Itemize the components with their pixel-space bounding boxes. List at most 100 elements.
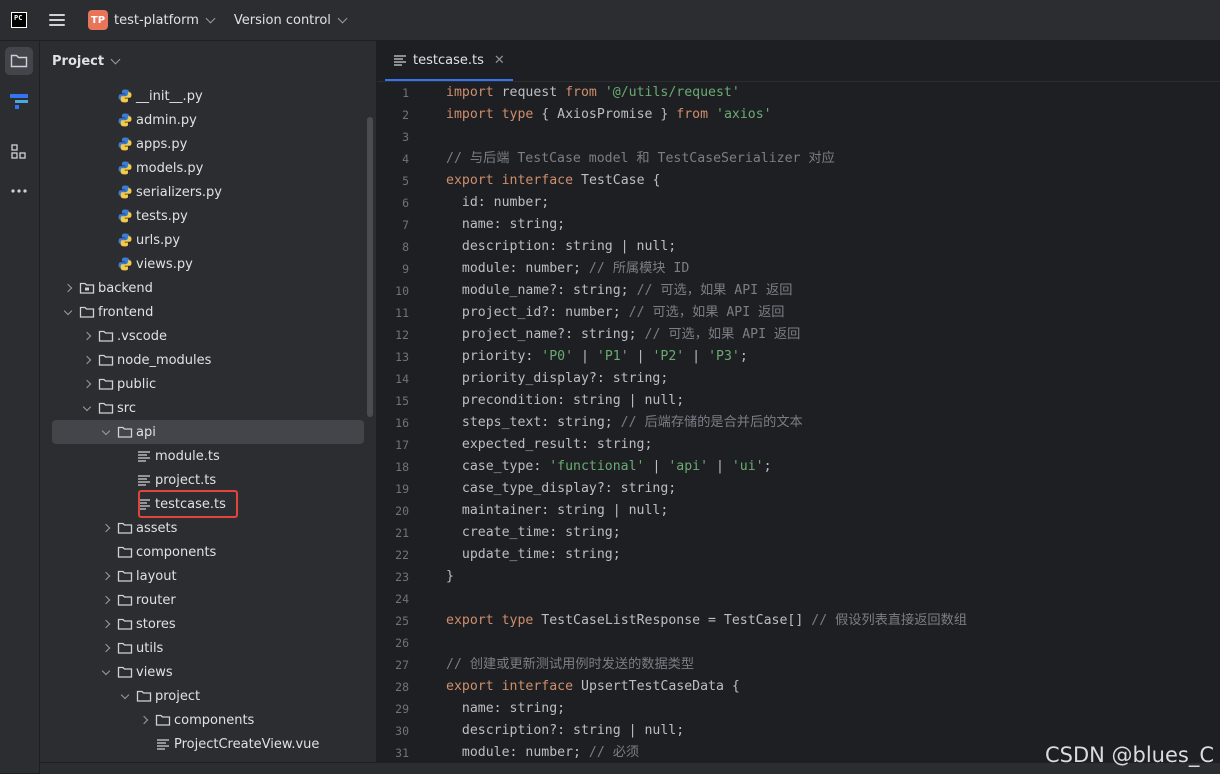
code-text: name: string; — [446, 701, 566, 716]
tree-item-projectcreateview-vue[interactable]: ProjectCreateView.vue — [52, 732, 364, 756]
code-line[interactable]: 21 create_time: string; — [377, 522, 1220, 544]
tree-item-layout[interactable]: layout — [52, 564, 364, 588]
code-line[interactable]: 27 // 创建或更新测试用例时发送的数据类型 — [377, 654, 1220, 676]
tree-item-utils[interactable]: utils — [52, 636, 364, 660]
tree-item-admin-py[interactable]: admin.py — [52, 108, 364, 132]
code-line[interactable]: 6 id: number; — [377, 192, 1220, 214]
tree-item-tests-py[interactable]: tests.py — [52, 204, 364, 228]
code-line[interactable]: 16 steps_text: string; // 后端存储的是合并后的文本 — [377, 412, 1220, 434]
tree-item-views-py[interactable]: views.py — [52, 252, 364, 276]
line-number: 24 — [395, 592, 409, 606]
code-line[interactable]: 3 — [377, 126, 1220, 148]
code-line[interactable]: 24 — [377, 588, 1220, 610]
code-line[interactable]: 19 case_type_display?: string; — [377, 478, 1220, 500]
main-menu-icon[interactable] — [49, 14, 65, 26]
code-editor[interactable]: 1 import request from '@/utils/request' 2 i… — [377, 82, 1220, 773]
code-line[interactable]: 9 module: number; // 所属模块 ID — [377, 258, 1220, 280]
chevron-down-icon[interactable] — [99, 665, 113, 679]
chevron-right-icon[interactable] — [80, 353, 94, 367]
code-line[interactable]: 20 maintainer: string | null; — [377, 500, 1220, 522]
code-line[interactable]: 25 export type TestCaseListResponse = Tes… — [377, 610, 1220, 632]
chevron-right-icon[interactable] — [137, 713, 151, 727]
chevron-down-icon — [337, 13, 348, 23]
tree-item-components[interactable]: components — [52, 540, 364, 564]
watermark: CSDN @blues_C — [1044, 743, 1214, 767]
code-line[interactable]: 30 description?: string | null; — [377, 720, 1220, 742]
file-type-icon — [117, 592, 133, 608]
highlight-annotation — [138, 490, 238, 518]
tree-item-label: layout — [136, 568, 177, 584]
tree-item-project-ts[interactable]: project.ts — [52, 468, 364, 492]
code-line[interactable]: 11 project_id?: number; // 可选，如果 API 返回 — [377, 302, 1220, 324]
code-line[interactable]: 5 export interface TestCase { — [377, 170, 1220, 192]
tab-testcase-ts[interactable]: testcase.ts ✕ — [385, 41, 513, 81]
code-line[interactable]: 18 case_type: 'functional' | 'api' | 'ui… — [377, 456, 1220, 478]
code-line[interactable]: 29 name: string; — [377, 698, 1220, 720]
title-bar: PC TP test-platform Version control — [0, 0, 1220, 41]
chevron-right-icon[interactable] — [80, 377, 94, 391]
code-line[interactable]: 12 project_name?: string; // 可选，如果 API 返… — [377, 324, 1220, 346]
project-switcher[interactable]: TP test-platform — [65, 10, 216, 30]
chevron-down-icon[interactable] — [99, 425, 113, 439]
file-type-icon — [98, 400, 114, 416]
code-line[interactable]: 28 export interface UpsertTestCaseData { — [377, 676, 1220, 698]
text-file-icon — [394, 55, 406, 66]
tree-item-urls-py[interactable]: urls.py — [52, 228, 364, 252]
tree-item-public[interactable]: public — [52, 372, 364, 396]
structure-tool-button[interactable] — [5, 87, 33, 115]
tree-item-label: urls.py — [136, 232, 181, 248]
line-number: 26 — [395, 636, 409, 650]
tree-item-vscode[interactable]: .vscode — [52, 324, 364, 348]
tree-item-models-py[interactable]: models.py — [52, 156, 364, 180]
tree-item-stores[interactable]: stores — [52, 612, 364, 636]
code-line[interactable]: 14 priority_display?: string; — [377, 368, 1220, 390]
chevron-down-icon[interactable] — [118, 689, 132, 703]
code-line[interactable]: 23} — [377, 566, 1220, 588]
code-line[interactable]: 13 priority: 'P0' | 'P1' | 'P2' | 'P3'; — [377, 346, 1220, 368]
chevron-right-icon[interactable] — [99, 641, 113, 655]
tree-scrollbar[interactable] — [367, 117, 373, 417]
code-line[interactable]: 10 module_name?: string; // 可选，如果 API 返回 — [377, 280, 1220, 302]
file-type-icon — [117, 520, 133, 536]
chevron-down-icon[interactable] — [61, 305, 75, 319]
version-control-menu[interactable]: Version control — [234, 13, 348, 28]
tree-item-module-ts[interactable]: module.ts — [52, 444, 364, 468]
tree-item-serializers-py[interactable]: serializers.py — [52, 180, 364, 204]
chevron-right-icon[interactable] — [99, 617, 113, 631]
code-line[interactable]: 17 expected_result: string; — [377, 434, 1220, 456]
file-type-icon — [117, 232, 133, 248]
tree-item-components[interactable]: components — [52, 708, 364, 732]
code-line[interactable]: 22 update_time: string; — [377, 544, 1220, 566]
code-line[interactable]: 4 // 与后端 TestCase model 和 TestCaseSeriali… — [377, 148, 1220, 170]
close-icon[interactable]: ✕ — [494, 53, 505, 68]
project-tool-button[interactable] — [5, 47, 33, 75]
tree-item-src[interactable]: src — [52, 396, 364, 420]
chevron-right-icon[interactable] — [99, 569, 113, 583]
tree-item-router[interactable]: router — [52, 588, 364, 612]
tree-item-assets[interactable]: assets — [52, 516, 364, 540]
chevron-right-icon[interactable] — [61, 281, 75, 295]
chevron-right-icon[interactable] — [99, 521, 113, 535]
tree-item-backend[interactable]: backend — [52, 276, 364, 300]
tree-item-apps-py[interactable]: apps.py — [52, 132, 364, 156]
chevron-right-icon[interactable] — [80, 329, 94, 343]
code-line[interactable]: 2 import type { AxiosPromise } from 'axio… — [377, 104, 1220, 126]
line-number: 6 — [402, 196, 409, 210]
tree-item-views[interactable]: views — [52, 660, 364, 684]
chevron-right-icon[interactable] — [99, 593, 113, 607]
code-line[interactable]: 7 name: string; — [377, 214, 1220, 236]
project-panel-header[interactable]: Project — [40, 41, 376, 82]
tree-item-api[interactable]: api — [52, 420, 364, 444]
code-line[interactable]: 1 import request from '@/utils/request' — [377, 82, 1220, 104]
code-line[interactable]: 8 description: string | null; — [377, 236, 1220, 258]
tree-item-node-modules[interactable]: node_modules — [52, 348, 364, 372]
tree-item-frontend[interactable]: frontend — [52, 300, 364, 324]
code-line[interactable]: 26 — [377, 632, 1220, 654]
code-text: description?: string | null; — [446, 723, 685, 738]
more-tools-button[interactable] — [5, 177, 33, 205]
code-line[interactable]: 15 precondition: string | null; — [377, 390, 1220, 412]
chevron-down-icon[interactable] — [80, 401, 94, 415]
tree-item-init-py[interactable]: __init__.py — [52, 84, 364, 108]
plugins-tool-button[interactable] — [5, 138, 33, 166]
tree-item-project[interactable]: project — [52, 684, 364, 708]
